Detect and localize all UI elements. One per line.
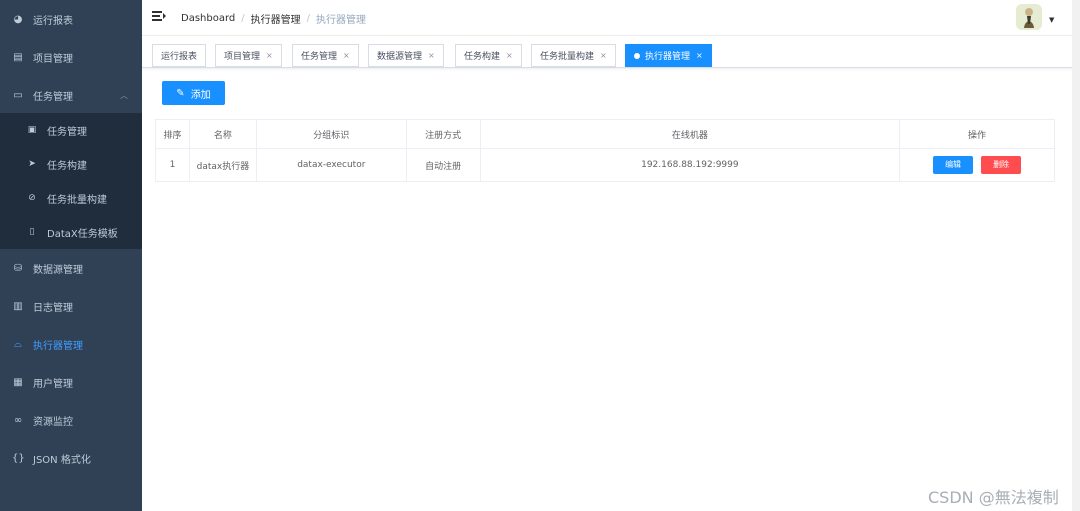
batch-icon: ⊘: [28, 193, 36, 203]
json-icon: {}: [12, 452, 25, 464]
monitor-icon: ▭: [13, 89, 23, 101]
edit-icon: ✎: [176, 87, 185, 99]
link-icon: ∞: [13, 414, 23, 426]
sidebar-item-json[interactable]: {} JSON 格式化: [0, 439, 142, 477]
close-icon[interactable]: ×: [506, 51, 513, 60]
delete-button[interactable]: 删除: [981, 156, 1022, 174]
sidebar-item-label: 项目管理: [33, 53, 73, 65]
submenu-item-task-build[interactable]: ➤ 任务构建: [0, 147, 142, 181]
tag-projects[interactable]: 项目管理 ×: [215, 44, 282, 67]
avatar[interactable]: [1016, 4, 1042, 30]
tag-executor[interactable]: 执行器管理 ×: [625, 44, 712, 67]
breadcrumb-item-executor[interactable]: 执行器管理: [251, 11, 301, 26]
hamburger-icon[interactable]: [152, 9, 166, 23]
submenu-item-label: 任务构建: [47, 160, 87, 172]
tag-label: 运行报表: [161, 52, 198, 62]
sidebar-item-projects[interactable]: ▤ 项目管理: [0, 38, 142, 76]
cell-address: 192.168.88.192:9999: [479, 148, 901, 182]
executor-icon: ⌓: [14, 338, 22, 350]
submenu-item-datax-template[interactable]: ▯ DataX任务模板: [0, 215, 142, 249]
submenu-item-task-manage[interactable]: ▣ 任务管理: [0, 113, 142, 147]
sidebar-item-executor[interactable]: ⌓ 执行器管理: [0, 325, 142, 363]
sidebar-item-monitor[interactable]: ∞ 资源监控: [0, 401, 142, 439]
tag-datasource[interactable]: 数据源管理 ×: [368, 44, 444, 67]
close-icon[interactable]: ×: [696, 51, 703, 60]
breadcrumb: Dashboard / 执行器管理 / 执行器管理: [181, 11, 366, 26]
close-icon[interactable]: ×: [343, 51, 350, 60]
column-header-registry: 注册方式: [405, 119, 481, 149]
sidebar-item-dashboard[interactable]: ◕ 运行报表: [0, 0, 142, 38]
table-row: 1 datax执行器 datax-executor 自动注册 192.168.8…: [155, 148, 1055, 182]
column-header-group: 分组标识: [255, 119, 407, 149]
cell-order: 1: [155, 148, 190, 182]
close-icon[interactable]: ×: [428, 51, 435, 60]
sidebar-item-logs[interactable]: ▥ 日志管理: [0, 287, 142, 325]
log-icon: ▥: [13, 300, 23, 312]
tag-batch-build[interactable]: 任务批量构建 ×: [531, 44, 616, 67]
watermark: CSDN @無法複制: [928, 488, 1059, 507]
main-content: Dashboard / 执行器管理 / 执行器管理 ▼ 运行报表 项目管理 × …: [142, 0, 1080, 511]
close-icon[interactable]: ×: [600, 51, 607, 60]
active-dot-icon: [634, 52, 640, 59]
template-icon: ▯: [29, 227, 35, 237]
sidebar-item-tasks[interactable]: ▭ 任务管理 ︿: [0, 76, 142, 114]
sidebar-item-label: 执行器管理: [33, 340, 83, 352]
tag-label: 任务构建: [464, 52, 501, 62]
sidebar-item-datasource[interactable]: ⛁ 数据源管理: [0, 249, 142, 287]
submenu-item-label: 任务批量构建: [47, 194, 107, 206]
breadcrumb-separator: /: [306, 13, 311, 24]
chevron-up-icon: ︿: [120, 90, 128, 100]
column-header-order: 排序: [155, 119, 190, 149]
table-icon: ▦: [13, 376, 23, 388]
cell-name: datax执行器: [188, 148, 257, 182]
submenu-item-label: DataX任务模板: [47, 228, 118, 240]
add-button[interactable]: ✎ 添加: [162, 81, 225, 105]
tag-task-build[interactable]: 任务构建 ×: [455, 44, 522, 67]
tag-label: 数据源管理: [377, 52, 423, 62]
sidebar-item-label: 资源监控: [33, 416, 73, 428]
column-header-name: 名称: [188, 119, 257, 149]
cell-registry: 自动注册: [405, 148, 481, 182]
column-header-address: 在线机器: [479, 119, 901, 149]
scrollbar[interactable]: [1072, 0, 1080, 511]
cell-actions: 编辑 删除: [899, 148, 1055, 182]
submenu-item-batch-build[interactable]: ⊘ 任务批量构建: [0, 181, 142, 215]
project-icon: ▤: [13, 51, 23, 63]
table-header-row: 排序 名称 分组标识 注册方式 在线机器 操作: [155, 119, 1055, 149]
cell-group: datax-executor: [255, 148, 407, 182]
database-icon: ⛁: [13, 262, 23, 274]
sidebar-item-label: 数据源管理: [33, 264, 83, 276]
submenu-item-label: 任务管理: [47, 126, 87, 138]
tag-label: 任务管理: [301, 52, 338, 62]
breadcrumb-separator: /: [241, 13, 245, 24]
close-icon[interactable]: ×: [266, 51, 273, 60]
task-submenu: ▣ 任务管理 ➤ 任务构建 ⊘ 任务批量构建 ▯ DataX任务模板: [0, 113, 142, 249]
sidebar: ◕ 运行报表 ▤ 项目管理 ▭ 任务管理 ︿ ▣ 任务管理 ➤ 任务构建 ⊘ 任…: [0, 0, 142, 511]
sidebar-item-label: 运行报表: [33, 15, 73, 27]
send-icon: ➤: [28, 159, 36, 169]
sidebar-item-label: JSON 格式化: [33, 454, 91, 466]
executor-table: 排序 名称 分组标识 注册方式 在线机器 操作 1 datax执行器 datax…: [155, 119, 1055, 182]
tag-tasks[interactable]: 任务管理 ×: [292, 44, 359, 67]
tags-view: 运行报表 项目管理 × 任务管理 × 数据源管理 × 任务构建 × 任务批量构建…: [142, 36, 1080, 68]
task-icon: ▣: [27, 125, 37, 135]
tag-label: 项目管理: [224, 52, 261, 62]
breadcrumb-item-current: 执行器管理: [316, 15, 367, 26]
breadcrumb-item-dashboard[interactable]: Dashboard: [181, 13, 235, 24]
sidebar-item-label: 任务管理: [33, 91, 73, 103]
tag-dashboard[interactable]: 运行报表: [152, 44, 207, 67]
caret-down-icon[interactable]: ▼: [1049, 16, 1054, 24]
sidebar-item-users[interactable]: ▦ 用户管理: [0, 363, 142, 401]
sidebar-item-label: 用户管理: [33, 378, 73, 390]
sidebar-item-label: 日志管理: [33, 302, 73, 314]
tag-label: 任务批量构建: [540, 52, 595, 62]
edit-button[interactable]: 编辑: [933, 156, 974, 174]
tag-label: 执行器管理: [645, 52, 691, 62]
dashboard-icon: ◕: [13, 13, 23, 25]
column-header-actions: 操作: [899, 119, 1055, 149]
add-button-label: 添加: [190, 89, 211, 101]
navbar: Dashboard / 执行器管理 / 执行器管理 ▼: [142, 0, 1080, 36]
